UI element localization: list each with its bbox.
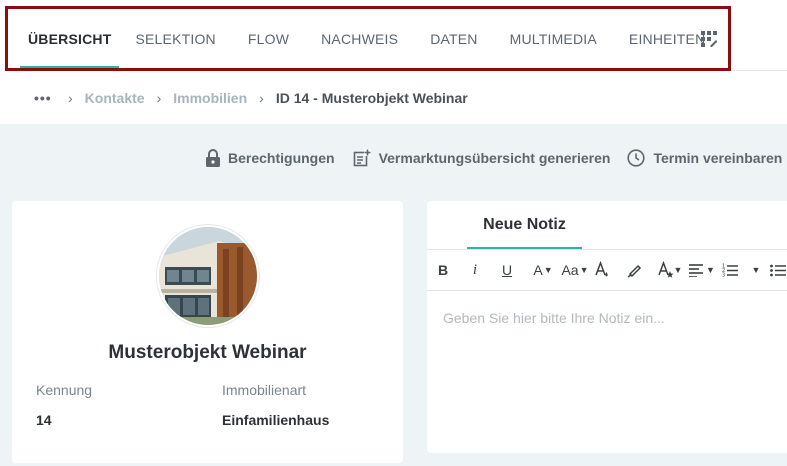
text-style-button[interactable]: ▼ — [657, 250, 683, 290]
chevron-right-icon: › — [68, 90, 73, 106]
property-title: Musterobjekt Webinar — [108, 342, 307, 363]
bullet-list-button[interactable] — [769, 250, 787, 290]
caret-down-icon: ▼ — [751, 265, 761, 275]
id-label: Kennung — [36, 382, 93, 398]
breadcrumb-current: ID 14 - Musterobjekt Webinar — [275, 90, 468, 106]
divider — [731, 70, 787, 71]
text-case-button[interactable]: Aa ▼ — [561, 250, 589, 290]
tab-bar-highlight-frame — [5, 6, 731, 71]
property-card: Musterobjekt Webinar Kennung Immobiliena… — [12, 201, 403, 463]
text-case-label: Aa — [561, 262, 579, 278]
note-editor[interactable]: Geben Sie hier bitte Ihre Notiz ein... — [443, 310, 665, 326]
breadcrumb-kontakte[interactable]: Kontakte — [85, 90, 145, 106]
appointment-label: Termin vereinbaren — [653, 150, 783, 166]
id-value: 14 — [36, 412, 52, 428]
italic-button[interactable]: i — [467, 250, 483, 290]
caret-down-icon: ▼ — [673, 265, 683, 275]
font-size-label: A — [533, 262, 543, 278]
numbered-list-icon: 1 2 3 — [722, 264, 738, 278]
breadcrumb: ••• › Kontakte › Immobilien › ID 14 - Mu… — [34, 88, 468, 108]
chevron-right-icon: › — [259, 90, 264, 106]
text-color-button[interactable] — [593, 250, 611, 290]
bullet-list-icon — [770, 264, 786, 277]
document-add-icon — [353, 149, 371, 167]
lock-icon — [206, 149, 220, 167]
font-size-button[interactable]: A ▼ — [531, 250, 555, 290]
appointment-button[interactable]: Termin vereinbaren — [627, 149, 782, 167]
marker-icon — [627, 264, 642, 278]
caret-down-icon: ▼ — [579, 265, 589, 275]
caret-down-icon: ▼ — [706, 265, 715, 275]
clock-icon — [627, 149, 646, 167]
property-type-value: Einfamilienhaus — [222, 412, 330, 428]
caret-down-icon: ▼ — [543, 265, 553, 275]
list-options-dropdown[interactable]: ▼ — [749, 250, 763, 290]
svg-text:3: 3 — [722, 273, 725, 278]
align-left-icon — [689, 264, 704, 277]
note-card: Neue Notiz B i U A ▼ Aa ▼ ▼ ▼ 1 2 3 ▼ Ge… — [427, 201, 787, 453]
tab-new-note[interactable]: Neue Notiz — [467, 201, 582, 249]
marketing-overview-button[interactable]: Vermarktungsübersicht generieren — [353, 149, 611, 167]
property-image[interactable] — [157, 225, 259, 327]
align-button[interactable]: ▼ — [689, 250, 715, 290]
chevron-right-icon: › — [156, 90, 162, 106]
text-color-icon — [595, 261, 608, 277]
permissions-label: Berechtigungen — [228, 150, 335, 166]
highlight-button[interactable] — [625, 250, 643, 290]
breadcrumb-more-button[interactable]: ••• — [34, 90, 56, 106]
marketing-overview-label: Vermarktungsübersicht generieren — [378, 150, 611, 166]
bold-button[interactable]: B — [435, 250, 451, 290]
action-bar: Berechtigungen Vermarktungsübersicht gen… — [206, 146, 782, 170]
breadcrumb-immobilien[interactable]: Immobilien — [173, 90, 247, 106]
numbered-list-button[interactable]: 1 2 3 — [721, 250, 739, 290]
permissions-button[interactable]: Berechtigungen — [206, 149, 335, 167]
editor-toolbar: B i U A ▼ Aa ▼ ▼ ▼ 1 2 3 ▼ — [427, 250, 787, 291]
property-type-label: Immobilienart — [222, 382, 307, 398]
underline-button[interactable]: U — [499, 250, 515, 290]
